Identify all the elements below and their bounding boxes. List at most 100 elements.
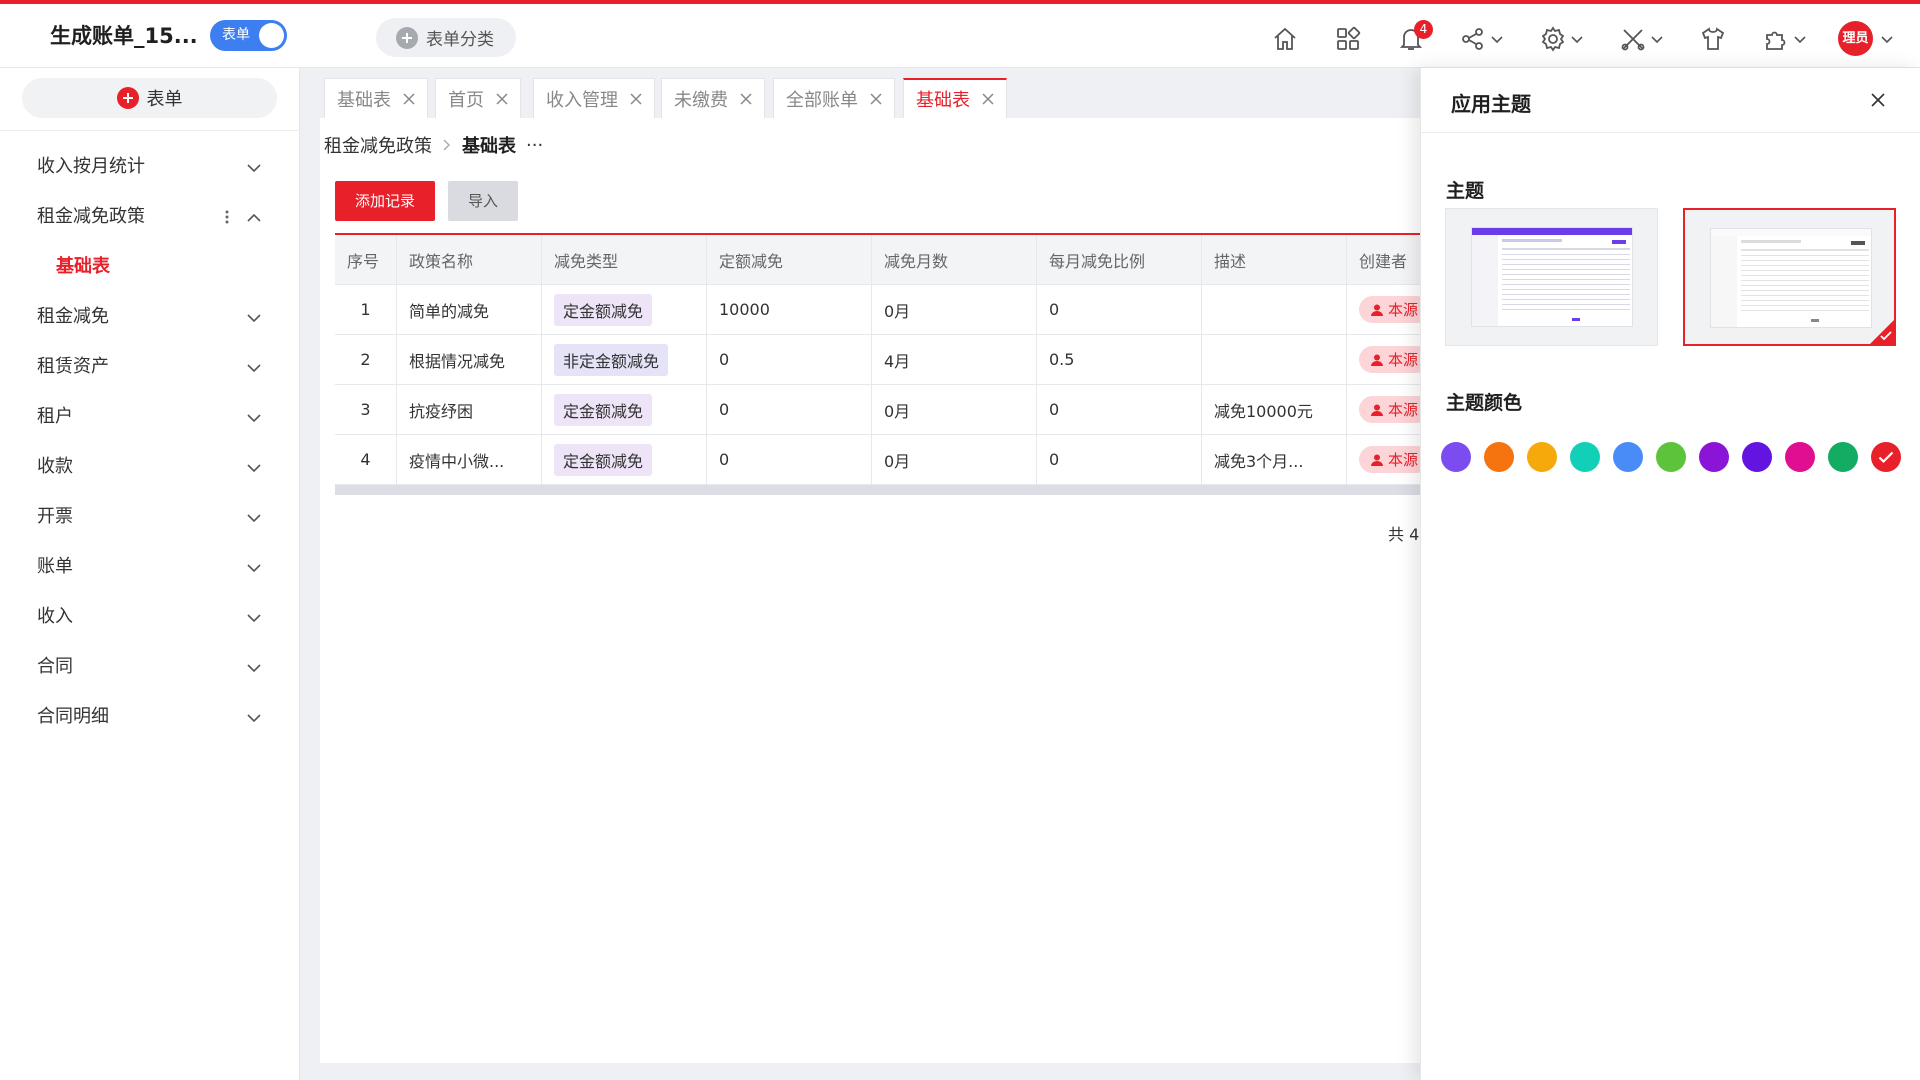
home-icon[interactable]: [1272, 24, 1298, 54]
close-icon[interactable]: [982, 93, 994, 105]
tab-all-bills[interactable]: 全部账单: [773, 78, 895, 118]
plugin-menu[interactable]: [1763, 24, 1807, 54]
top-header: 生成账单_15... 表单 表单分类 4 理员: [0, 0, 1920, 68]
chevron-down-icon: [247, 314, 261, 323]
plus-icon: [396, 26, 418, 49]
sidebar-item-label: 账单: [37, 556, 73, 577]
close-icon[interactable]: [496, 92, 508, 105]
puzzle-icon: [1766, 31, 1786, 50]
close-icon[interactable]: [403, 92, 415, 105]
theme-option-purple[interactable]: [1445, 208, 1658, 346]
tools-menu[interactable]: [1620, 24, 1664, 54]
user-menu-chevron[interactable]: [1880, 24, 1894, 54]
table-row[interactable]: 3 抗疫纾困 定金额减免 0 0月 0 减免10000元 本源: [335, 385, 1535, 435]
cell-description: 减免3个月...: [1202, 435, 1347, 484]
cell-no: 2: [335, 335, 397, 384]
sidebar-item-monthly-income[interactable]: 收入按月统计: [0, 142, 300, 192]
close-icon[interactable]: [630, 92, 642, 105]
tab-base-table-active[interactable]: 基础表: [903, 78, 1007, 118]
sidebar-item-invoicing[interactable]: 开票: [0, 492, 300, 542]
cell-monthly-ratio: 0.5: [1037, 335, 1202, 384]
horizontal-scrollbar[interactable]: [335, 485, 1535, 495]
settings-menu[interactable]: [1540, 24, 1584, 54]
tab-income-management[interactable]: 收入管理: [533, 78, 655, 118]
close-icon[interactable]: [740, 92, 752, 105]
sidebar-item-bills[interactable]: 账单: [0, 542, 300, 592]
color-swatch[interactable]: [1742, 442, 1772, 472]
column-header[interactable]: 定额减免: [707, 235, 872, 284]
more-vertical-icon[interactable]: [224, 209, 230, 225]
sidebar-item-tenants[interactable]: 租户: [0, 392, 300, 442]
notification-bell[interactable]: 4: [1398, 20, 1433, 54]
add-form-button[interactable]: 表单: [22, 78, 277, 118]
breadcrumb-current: 基础表: [462, 136, 516, 157]
table-row[interactable]: 2 根据情况减免 非定金额减免 0 4月 0.5 本源: [335, 335, 1535, 385]
column-header[interactable]: 序号: [335, 235, 397, 284]
color-swatch[interactable]: [1699, 442, 1729, 472]
tab-unpaid[interactable]: 未缴费: [661, 78, 765, 118]
relief-type-tag: 非定金额减免: [554, 343, 669, 376]
column-header[interactable]: 减免月数: [872, 235, 1037, 284]
sidebar-item-contracts[interactable]: 合同: [0, 642, 300, 692]
column-header[interactable]: 减免类型: [542, 235, 707, 284]
color-swatch[interactable]: [1613, 442, 1643, 472]
table-header-row: 序号 政策名称 减免类型 定额减免 减免月数 每月减免比例 描述 创建者: [335, 235, 1535, 285]
color-swatch[interactable]: [1527, 442, 1557, 472]
table-row[interactable]: 1 简单的减免 定金额减免 10000 0月 0 本源: [335, 285, 1535, 335]
sidebar-item-label: 收款: [37, 456, 73, 477]
add-record-button[interactable]: 添加记录: [335, 181, 435, 221]
theme-option-light-red[interactable]: [1683, 208, 1896, 346]
relief-type-tag: 定金额减免: [554, 293, 653, 326]
tab-home[interactable]: 首页: [435, 78, 521, 118]
cell-relief-type: 定金额减免: [542, 385, 707, 434]
color-swatch[interactable]: [1785, 442, 1815, 472]
color-swatch[interactable]: [1570, 442, 1600, 472]
user-icon: [1371, 354, 1383, 366]
column-header[interactable]: 每月减免比例: [1037, 235, 1202, 284]
sidebar-item-income[interactable]: 收入: [0, 592, 300, 642]
sidebar-item-payments[interactable]: 收款: [0, 442, 300, 492]
cell-relief-type: 定金额减免: [542, 435, 707, 484]
share-menu[interactable]: [1460, 24, 1504, 54]
form-category-button[interactable]: 表单分类: [376, 18, 516, 57]
sidebar-item-contract-details[interactable]: 合同明细: [0, 692, 300, 742]
cell-relief-months: 0月: [872, 435, 1037, 484]
import-button[interactable]: 导入: [448, 181, 518, 221]
sidebar-item-label: 租赁资产: [37, 356, 109, 377]
color-swatch[interactable]: [1871, 442, 1901, 472]
sidebar-item-label: 合同: [37, 656, 73, 677]
divider: [1421, 132, 1920, 133]
breadcrumb-parent[interactable]: 租金减免政策: [324, 132, 432, 158]
column-header[interactable]: 政策名称: [397, 235, 542, 284]
color-swatch[interactable]: [1441, 442, 1471, 472]
user-avatar[interactable]: 理员: [1838, 21, 1873, 56]
chevron-up-icon: [247, 213, 261, 222]
plus-icon: [116, 87, 139, 109]
sidebar-item-rent-relief[interactable]: 租金减免: [0, 292, 300, 342]
relief-type-tag: 定金额减免: [554, 393, 653, 426]
column-header[interactable]: 描述: [1202, 235, 1347, 284]
apps-grid-icon[interactable]: [1335, 24, 1361, 54]
cell-policy-name: 简单的减免: [397, 285, 542, 334]
breadcrumb-more-button[interactable]: ···: [526, 135, 543, 156]
close-icon[interactable]: [870, 92, 882, 105]
chevron-down-icon: [1571, 36, 1583, 44]
sidebar-item-leased-assets[interactable]: 租赁资产: [0, 342, 300, 392]
chevron-down-icon: [1881, 36, 1893, 44]
color-swatch[interactable]: [1484, 442, 1514, 472]
close-icon[interactable]: [1870, 92, 1886, 108]
color-swatch[interactable]: [1828, 442, 1858, 472]
category-label: 表单分类: [426, 30, 494, 50]
form-mode-toggle[interactable]: 表单: [210, 20, 287, 51]
table-row[interactable]: 4 疫情中小微... 定金额减免 0 0月 0 减免3个月... 本源: [335, 435, 1535, 485]
tab-base-table-1[interactable]: 基础表: [324, 78, 428, 118]
sidebar-item-base-table[interactable]: 基础表: [0, 242, 300, 292]
sidebar-item-rent-relief-policy[interactable]: 租金减免政策: [0, 192, 300, 242]
cell-description: [1202, 335, 1347, 384]
theme-shirt-icon[interactable]: [1700, 24, 1726, 54]
sidebar: 表单 收入按月统计 租金减免政策 基础表 租金减免 租赁资产 租户 收款 开票 …: [0, 68, 300, 1080]
check-icon: [1878, 451, 1894, 463]
color-swatch[interactable]: [1656, 442, 1686, 472]
gear-icon: [1541, 26, 1565, 52]
chevron-down-icon: [247, 164, 261, 173]
